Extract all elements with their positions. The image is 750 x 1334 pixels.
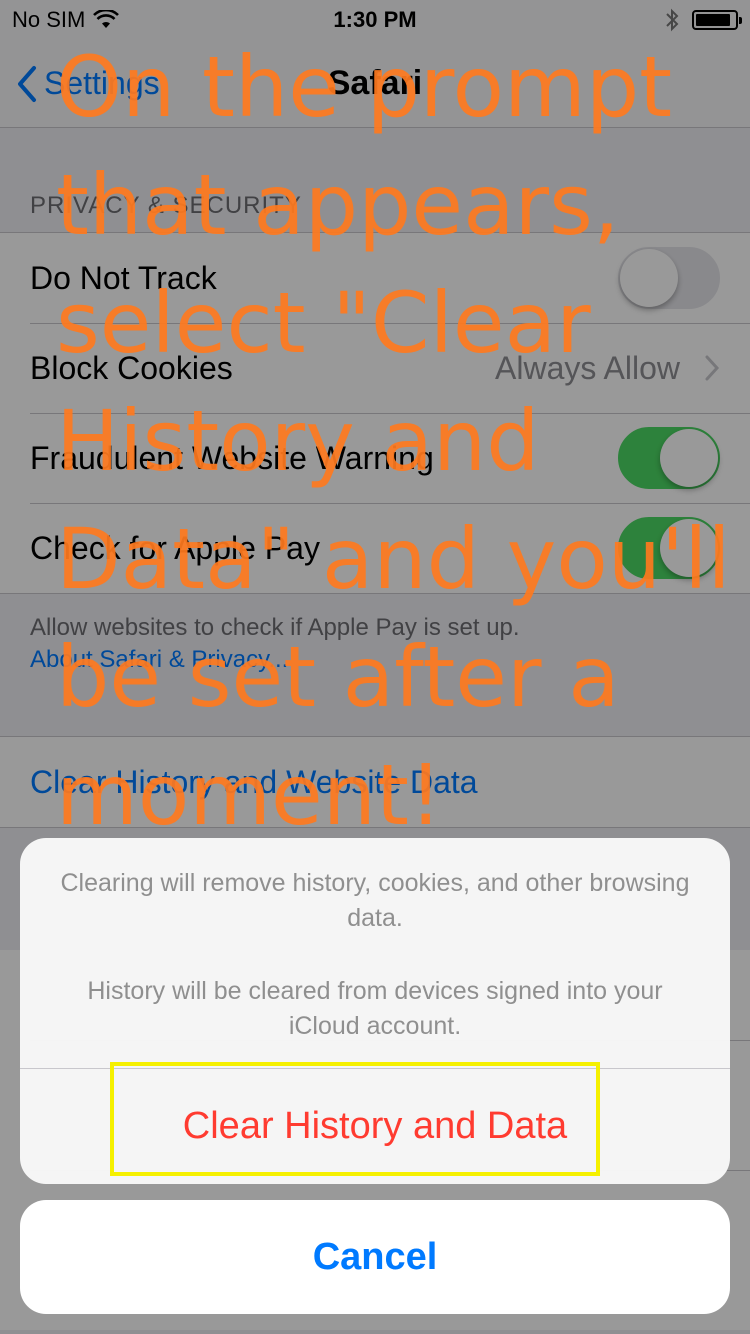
sheet-message: Clearing will remove history, cookies, a… <box>20 838 730 1044</box>
cancel-button[interactable]: Cancel <box>20 1200 730 1314</box>
clear-history-data-button[interactable]: Clear History and Data <box>20 1069 730 1184</box>
action-sheet: Clearing will remove history, cookies, a… <box>20 838 730 1184</box>
sheet-message-line: History will be cleared from devices sig… <box>87 977 663 1040</box>
ios-screen: No SIM 1:30 PM Settings Safari PRIVACY &… <box>0 0 750 1334</box>
sheet-message-line: Clearing will remove history, cookies, a… <box>60 869 690 932</box>
